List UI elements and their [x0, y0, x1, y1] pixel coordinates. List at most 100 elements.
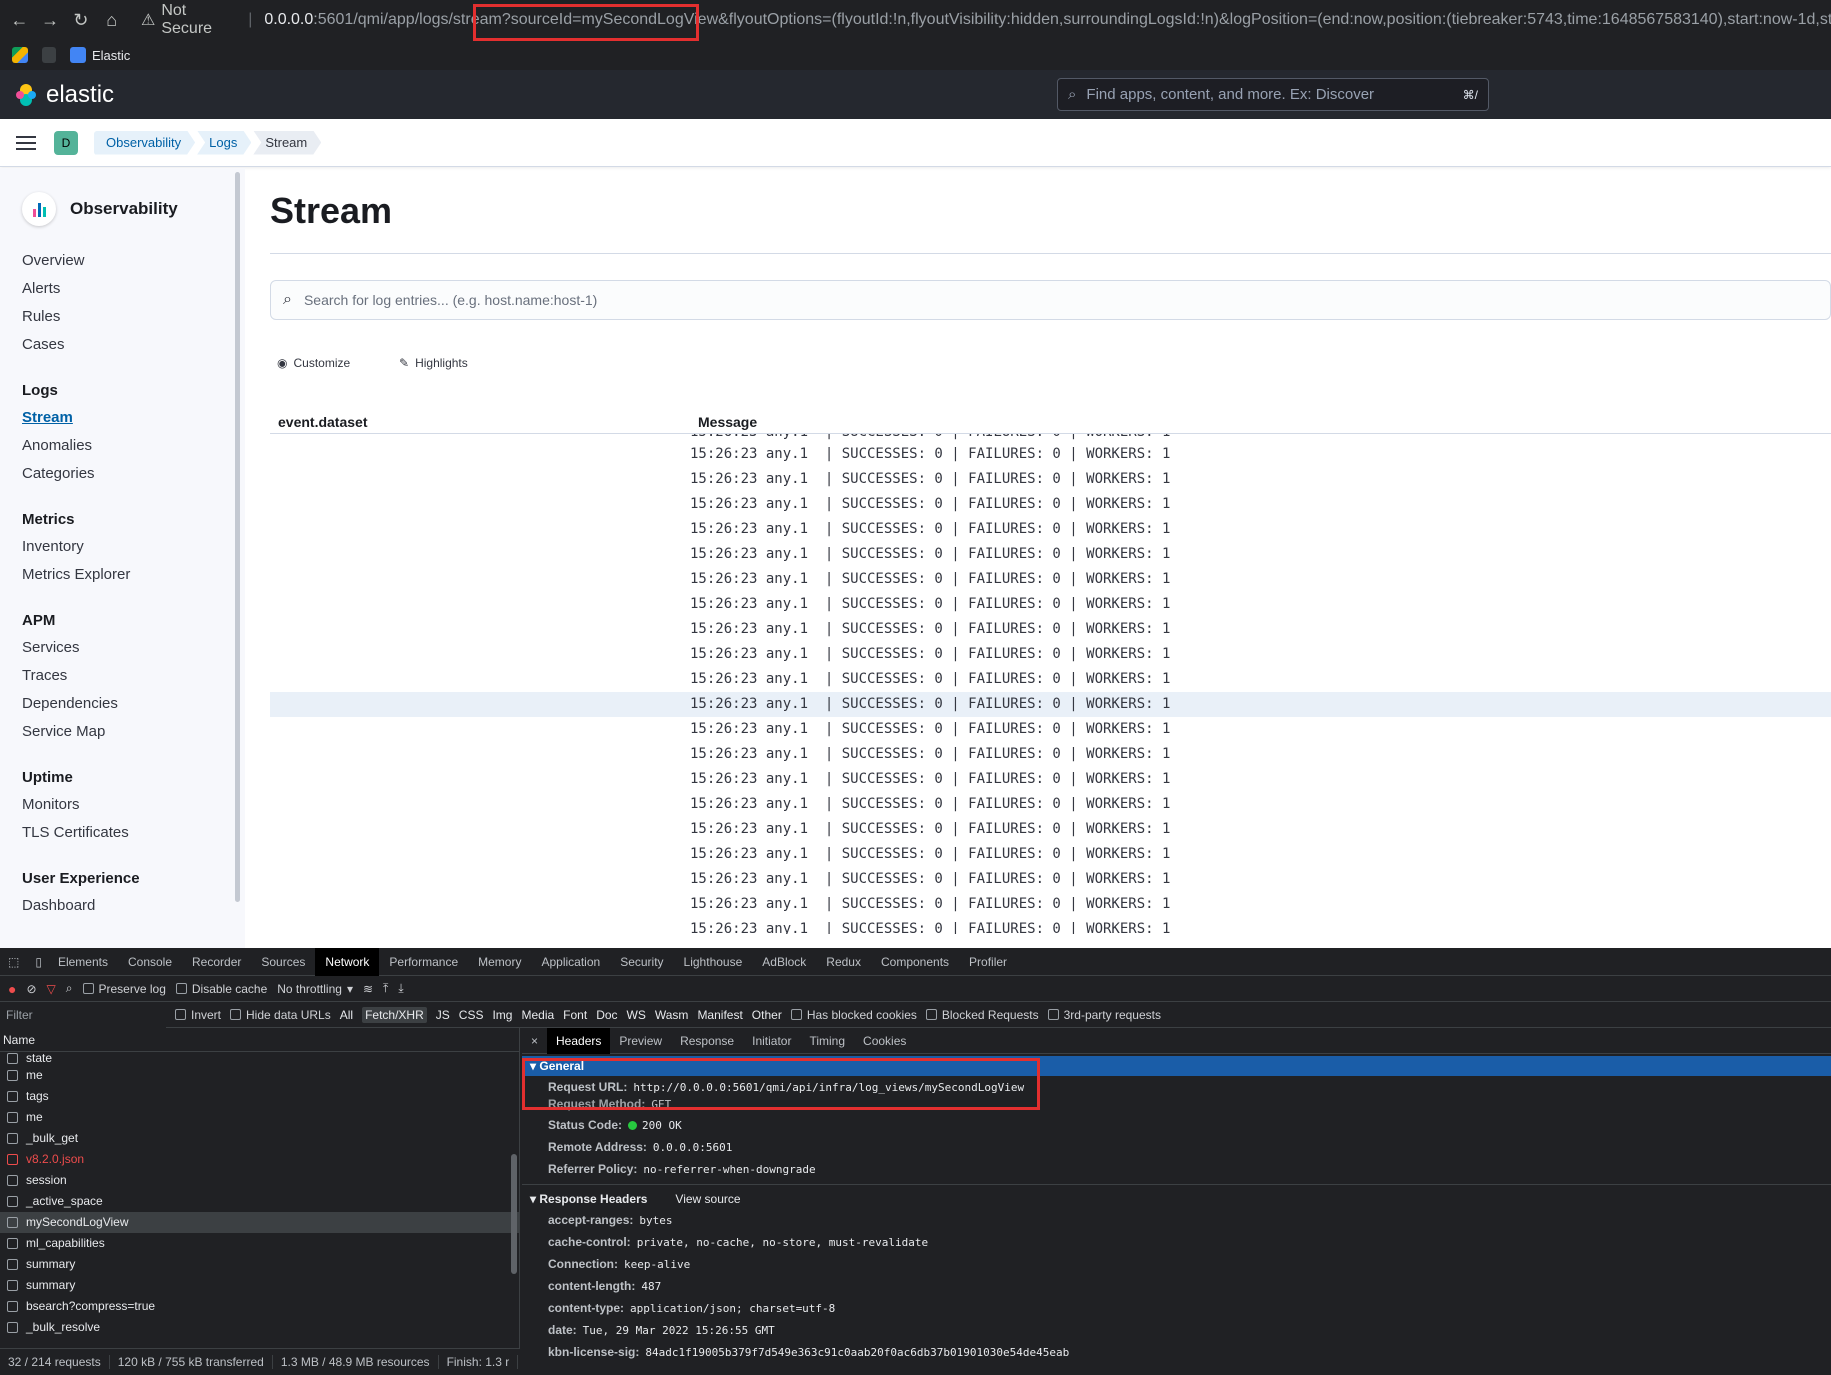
- tab-redux[interactable]: Redux: [816, 948, 871, 976]
- tab-adblock[interactable]: AdBlock: [752, 948, 816, 976]
- checkbox-icon[interactable]: [7, 1322, 18, 1333]
- inspect-icon[interactable]: ⬚: [0, 948, 29, 976]
- tab-network[interactable]: Network: [315, 947, 380, 976]
- preserve-log-checkbox[interactable]: Preserve log: [82, 982, 166, 996]
- checkbox-icon[interactable]: [7, 1133, 18, 1144]
- tab-sources[interactable]: Sources: [251, 948, 315, 976]
- log-stream[interactable]: 15:26:23 any.1 | SUCCESSES: 0 | FAILURES…: [270, 434, 1831, 934]
- request-row[interactable]: summary: [0, 1254, 519, 1275]
- sidebar-item-monitors[interactable]: Monitors: [22, 796, 245, 814]
- log-row[interactable]: 15:26:23 any.1 | SUCCESSES: 0 | FAILURES…: [270, 642, 1831, 667]
- tab-initiator[interactable]: Initiator: [743, 1028, 800, 1054]
- sidebar-item-services[interactable]: Services: [22, 639, 245, 657]
- view-source-link[interactable]: View source: [675, 1189, 740, 1209]
- checkbox-icon[interactable]: [7, 1301, 18, 1312]
- log-row[interactable]: 15:26:23 any.1 | SUCCESSES: 0 | FAILURES…: [270, 667, 1831, 692]
- checkbox-icon[interactable]: [7, 1217, 18, 1228]
- log-search-input[interactable]: ⌕ Search for log entries... (e.g. host.n…: [270, 280, 1831, 320]
- checkbox-icon[interactable]: [7, 1175, 18, 1186]
- bookmark-icon[interactable]: [42, 47, 56, 63]
- column-name[interactable]: Name: [0, 1028, 519, 1052]
- sidebar-item-tls-certificates[interactable]: TLS Certificates: [22, 824, 245, 842]
- log-row[interactable]: 15:26:23 any.1 | SUCCESSES: 0 | FAILURES…: [270, 442, 1831, 467]
- log-row[interactable]: 15:26:23 any.1 | SUCCESSES: 0 | FAILURES…: [270, 792, 1831, 817]
- request-row[interactable]: mySecondLogView: [0, 1212, 519, 1233]
- log-row[interactable]: 15:26:23 any.1 | SUCCESSES: 0 | FAILURES…: [270, 467, 1831, 492]
- elastic-logo[interactable]: elastic: [14, 81, 114, 109]
- sidebar-item-metrics-explorer[interactable]: Metrics Explorer: [22, 566, 245, 584]
- breadcrumb-observability[interactable]: Observability: [94, 131, 195, 155]
- checkbox-icon[interactable]: [7, 1196, 18, 1207]
- tab-memory[interactable]: Memory: [468, 948, 531, 976]
- filter-icon[interactable]: ▽: [47, 982, 56, 996]
- log-row[interactable]: 15:26:23 any.1 | SUCCESSES: 0 | FAILURES…: [270, 567, 1831, 592]
- request-list-scrollbar[interactable]: [511, 1154, 517, 1274]
- sidebar-item-overview[interactable]: Overview: [22, 252, 245, 270]
- import-icon[interactable]: ⤒: [383, 981, 388, 996]
- tab-timing[interactable]: Timing: [800, 1028, 854, 1054]
- filter-font[interactable]: Font: [563, 1008, 587, 1022]
- log-row[interactable]: 15:26:23 any.1 | SUCCESSES: 0 | FAILURES…: [270, 742, 1831, 767]
- highlights-button[interactable]: ✎ Highlights: [399, 356, 468, 370]
- sidebar-scrollbar[interactable]: [235, 172, 240, 902]
- invert-checkbox[interactable]: Invert: [175, 1008, 221, 1022]
- sidebar-item-dependencies[interactable]: Dependencies: [22, 695, 245, 713]
- filter-img[interactable]: Img: [492, 1008, 512, 1022]
- request-row[interactable]: bsearch?compress=true: [0, 1296, 519, 1317]
- log-row[interactable]: 15:26:23 any.1 | SUCCESSES: 0 | FAILURES…: [270, 842, 1831, 867]
- blocked-requests-checkbox[interactable]: Blocked Requests: [925, 1008, 1039, 1022]
- filter-wasm[interactable]: Wasm: [655, 1008, 689, 1022]
- request-row[interactable]: session: [0, 1170, 519, 1191]
- tab-recorder[interactable]: Recorder: [182, 948, 251, 976]
- checkbox-icon[interactable]: [7, 1238, 18, 1249]
- filter-doc[interactable]: Doc: [596, 1008, 617, 1022]
- checkbox-icon[interactable]: [7, 1154, 18, 1165]
- request-row[interactable]: v8.2.0.json: [0, 1149, 519, 1170]
- filter-input[interactable]: Filter: [0, 1001, 166, 1028]
- request-row[interactable]: _active_space: [0, 1191, 519, 1212]
- throttling-select[interactable]: No throttling ▾: [277, 982, 353, 996]
- request-row[interactable]: me: [0, 1107, 519, 1128]
- checkbox-icon[interactable]: [7, 1053, 18, 1064]
- breadcrumb-logs[interactable]: Logs: [197, 131, 251, 155]
- checkbox-icon[interactable]: [7, 1070, 18, 1081]
- export-icon[interactable]: ⤓: [398, 981, 403, 996]
- request-row[interactable]: _bulk_get: [0, 1128, 519, 1149]
- home-icon[interactable]: ⌂: [100, 8, 123, 32]
- log-row[interactable]: 15:26:23 any.1 | SUCCESSES: 0 | FAILURES…: [270, 817, 1831, 842]
- drive-icon[interactable]: [12, 47, 28, 63]
- log-row[interactable]: 15:26:23 any.1 | SUCCESSES: 0 | FAILURES…: [270, 867, 1831, 892]
- menu-icon[interactable]: [16, 135, 36, 150]
- sidebar-item-stream[interactable]: Stream: [22, 409, 245, 427]
- request-row[interactable]: me: [0, 1065, 519, 1086]
- checkbox-icon[interactable]: [7, 1259, 18, 1270]
- customize-button[interactable]: ◉ Customize: [277, 356, 350, 370]
- blocked-cookies-checkbox[interactable]: Has blocked cookies: [790, 1008, 917, 1022]
- sidebar-item-cases[interactable]: Cases: [22, 336, 245, 354]
- request-row[interactable]: _bulk_resolve: [0, 1317, 519, 1338]
- filter-ws[interactable]: WS: [627, 1008, 646, 1022]
- hide-data-urls-checkbox[interactable]: Hide data URLs: [230, 1008, 331, 1022]
- tab-application[interactable]: Application: [531, 948, 610, 976]
- request-row[interactable]: state: [0, 1052, 519, 1065]
- tab-console[interactable]: Console: [118, 948, 182, 976]
- third-party-checkbox[interactable]: 3rd-party requests: [1047, 1008, 1161, 1022]
- reload-icon[interactable]: ↻: [70, 8, 93, 32]
- log-row[interactable]: 15:26:23 any.1 | SUCCESSES: 0 | FAILURES…: [270, 917, 1831, 934]
- log-row[interactable]: 15:26:23 any.1 | SUCCESSES: 0 | FAILURES…: [270, 492, 1831, 517]
- checkbox-icon[interactable]: [7, 1112, 18, 1123]
- forward-icon[interactable]: →: [39, 8, 62, 32]
- tab-cookies[interactable]: Cookies: [854, 1028, 915, 1054]
- sidebar-item-categories[interactable]: Categories: [22, 465, 245, 483]
- tab-elements[interactable]: Elements: [48, 948, 118, 976]
- sidebar-item-dashboard[interactable]: Dashboard: [22, 897, 245, 915]
- security-indicator[interactable]: ⚠ Not Secure: [141, 2, 236, 38]
- tab-response[interactable]: Response: [671, 1028, 743, 1054]
- back-icon[interactable]: ←: [8, 8, 31, 32]
- filter-js[interactable]: JS: [436, 1008, 450, 1022]
- checkbox-icon[interactable]: [7, 1280, 18, 1291]
- sidebar-item-alerts[interactable]: Alerts: [22, 280, 245, 298]
- log-row[interactable]: 15:26:23 any.1 | SUCCESSES: 0 | FAILURES…: [270, 717, 1831, 742]
- filter-all[interactable]: All: [340, 1008, 353, 1022]
- log-row[interactable]: 15:26:23 any.1 | SUCCESSES: 0 | FAILURES…: [270, 617, 1831, 642]
